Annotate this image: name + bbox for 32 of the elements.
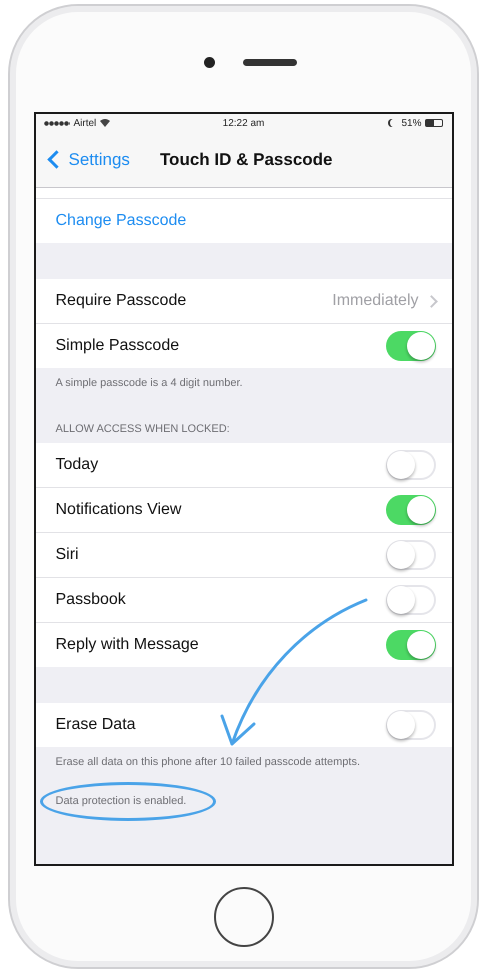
status-time: 12:22 am	[222, 118, 264, 128]
row-label: Today	[56, 456, 98, 474]
footer-note: Erase all data on this phone after 10 failed passcode attempts.	[54, 755, 362, 770]
row-label: Notifications View	[56, 501, 182, 519]
battery-percent: 51%	[401, 118, 422, 128]
carrier-name: Airtel	[74, 118, 96, 128]
section-header: ALLOW ACCESS WHEN LOCKED:	[54, 422, 231, 437]
toggle-switch[interactable]	[386, 585, 436, 615]
footer-note: Data protection is enabled.	[56, 794, 186, 809]
back-link[interactable]: Settings	[46, 150, 130, 170]
toggle-switch[interactable]	[386, 710, 436, 740]
home-button[interactable]	[214, 886, 274, 946]
signal-icon	[44, 120, 70, 126]
row-value: Immediately	[332, 292, 418, 310]
row-label: Siri	[56, 546, 79, 564]
toggle-switch[interactable]	[386, 540, 436, 570]
wifi-icon	[100, 119, 110, 127]
row-label: Erase Data	[56, 716, 136, 734]
toggle-switch[interactable]	[386, 331, 436, 361]
battery-icon	[425, 119, 444, 127]
row-label: Reply with Message	[56, 636, 199, 654]
camera-icon	[204, 56, 215, 68]
footer-note: A simple passcode is a 4 digit number.	[54, 376, 244, 391]
toggle-switch[interactable]	[386, 450, 436, 480]
toggle-switch[interactable]	[386, 495, 436, 525]
toggle-switch[interactable]	[386, 630, 436, 660]
speaker-icon	[243, 58, 297, 66]
row-label: Require Passcode	[56, 292, 186, 310]
row-label: Simple Passcode	[56, 337, 180, 355]
settings-row[interactable]: Require Passcode Immediately	[36, 279, 452, 324]
row-label: Passbook	[56, 591, 126, 609]
screen-title: Touch ID & Passcode	[160, 150, 332, 170]
